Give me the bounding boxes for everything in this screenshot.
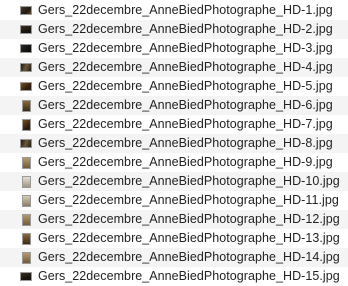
file-name: Gers_22decembre_AnneBiedPhotographe_HD-1… [38, 231, 340, 245]
file-row[interactable]: Gers_22decembre_AnneBiedPhotographe_HD-1… [0, 210, 348, 229]
file-name: Gers_22decembre_AnneBiedPhotographe_HD-1… [38, 269, 340, 283]
file-row[interactable]: Gers_22decembre_AnneBiedPhotographe_HD-9… [0, 153, 348, 172]
file-row[interactable]: Gers_22decembre_AnneBiedPhotographe_HD-7… [0, 115, 348, 134]
image-thumbnail-icon [20, 138, 32, 150]
file-name: Gers_22decembre_AnneBiedPhotographe_HD-3… [38, 41, 333, 55]
image-thumbnail-icon [20, 213, 32, 226]
file-name: Gers_22decembre_AnneBiedPhotographe_HD-7… [38, 117, 333, 131]
image-thumbnail-icon [20, 156, 32, 169]
file-row[interactable]: Gers_22decembre_AnneBiedPhotographe_HD-3… [0, 39, 348, 58]
image-thumbnail-icon [20, 99, 32, 112]
image-thumbnail-icon [20, 118, 32, 131]
file-row[interactable]: Gers_22decembre_AnneBiedPhotographe_HD-6… [0, 96, 348, 115]
image-thumbnail-icon [20, 62, 32, 74]
file-row[interactable]: Gers_22decembre_AnneBiedPhotographe_HD-2… [0, 20, 348, 39]
image-thumbnail-icon [20, 271, 32, 283]
file-name: Gers_22decembre_AnneBiedPhotographe_HD-1… [38, 174, 340, 188]
file-name: Gers_22decembre_AnneBiedPhotographe_HD-1… [38, 193, 339, 207]
file-row[interactable]: Gers_22decembre_AnneBiedPhotographe_HD-1… [0, 191, 348, 210]
file-name: Gers_22decembre_AnneBiedPhotographe_HD-5… [38, 79, 333, 93]
file-name: Gers_22decembre_AnneBiedPhotographe_HD-8… [38, 136, 333, 150]
file-name: Gers_22decembre_AnneBiedPhotographe_HD-1… [38, 3, 333, 17]
file-row[interactable]: Gers_22decembre_AnneBiedPhotographe_HD-1… [0, 229, 348, 248]
file-row[interactable]: Gers_22decembre_AnneBiedPhotographe_HD-1… [0, 267, 348, 286]
file-name: Gers_22decembre_AnneBiedPhotographe_HD-6… [38, 98, 333, 112]
file-row[interactable]: Gers_22decembre_AnneBiedPhotographe_HD-4… [0, 58, 348, 77]
file-list: Gers_22decembre_AnneBiedPhotographe_HD-1… [0, 0, 348, 285]
file-row[interactable]: Gers_22decembre_AnneBiedPhotographe_HD-1… [0, 248, 348, 267]
image-thumbnail-icon [20, 5, 32, 17]
image-thumbnail-icon [20, 24, 32, 36]
image-thumbnail-icon [20, 81, 32, 93]
image-thumbnail-icon [20, 194, 32, 207]
file-name: Gers_22decembre_AnneBiedPhotographe_HD-9… [38, 155, 333, 169]
file-name: Gers_22decembre_AnneBiedPhotographe_HD-4… [38, 60, 333, 74]
image-thumbnail-icon [20, 43, 32, 55]
file-name: Gers_22decembre_AnneBiedPhotographe_HD-1… [38, 250, 340, 264]
file-row[interactable]: Gers_22decembre_AnneBiedPhotographe_HD-5… [0, 77, 348, 96]
file-name: Gers_22decembre_AnneBiedPhotographe_HD-1… [38, 212, 340, 226]
file-row[interactable]: Gers_22decembre_AnneBiedPhotographe_HD-1… [0, 1, 348, 20]
file-row[interactable]: Gers_22decembre_AnneBiedPhotographe_HD-1… [0, 172, 348, 191]
image-thumbnail-icon [20, 251, 32, 264]
image-thumbnail-icon [20, 175, 32, 188]
image-thumbnail-icon [20, 232, 32, 245]
file-name: Gers_22decembre_AnneBiedPhotographe_HD-2… [38, 22, 333, 36]
file-row[interactable]: Gers_22decembre_AnneBiedPhotographe_HD-8… [0, 134, 348, 153]
